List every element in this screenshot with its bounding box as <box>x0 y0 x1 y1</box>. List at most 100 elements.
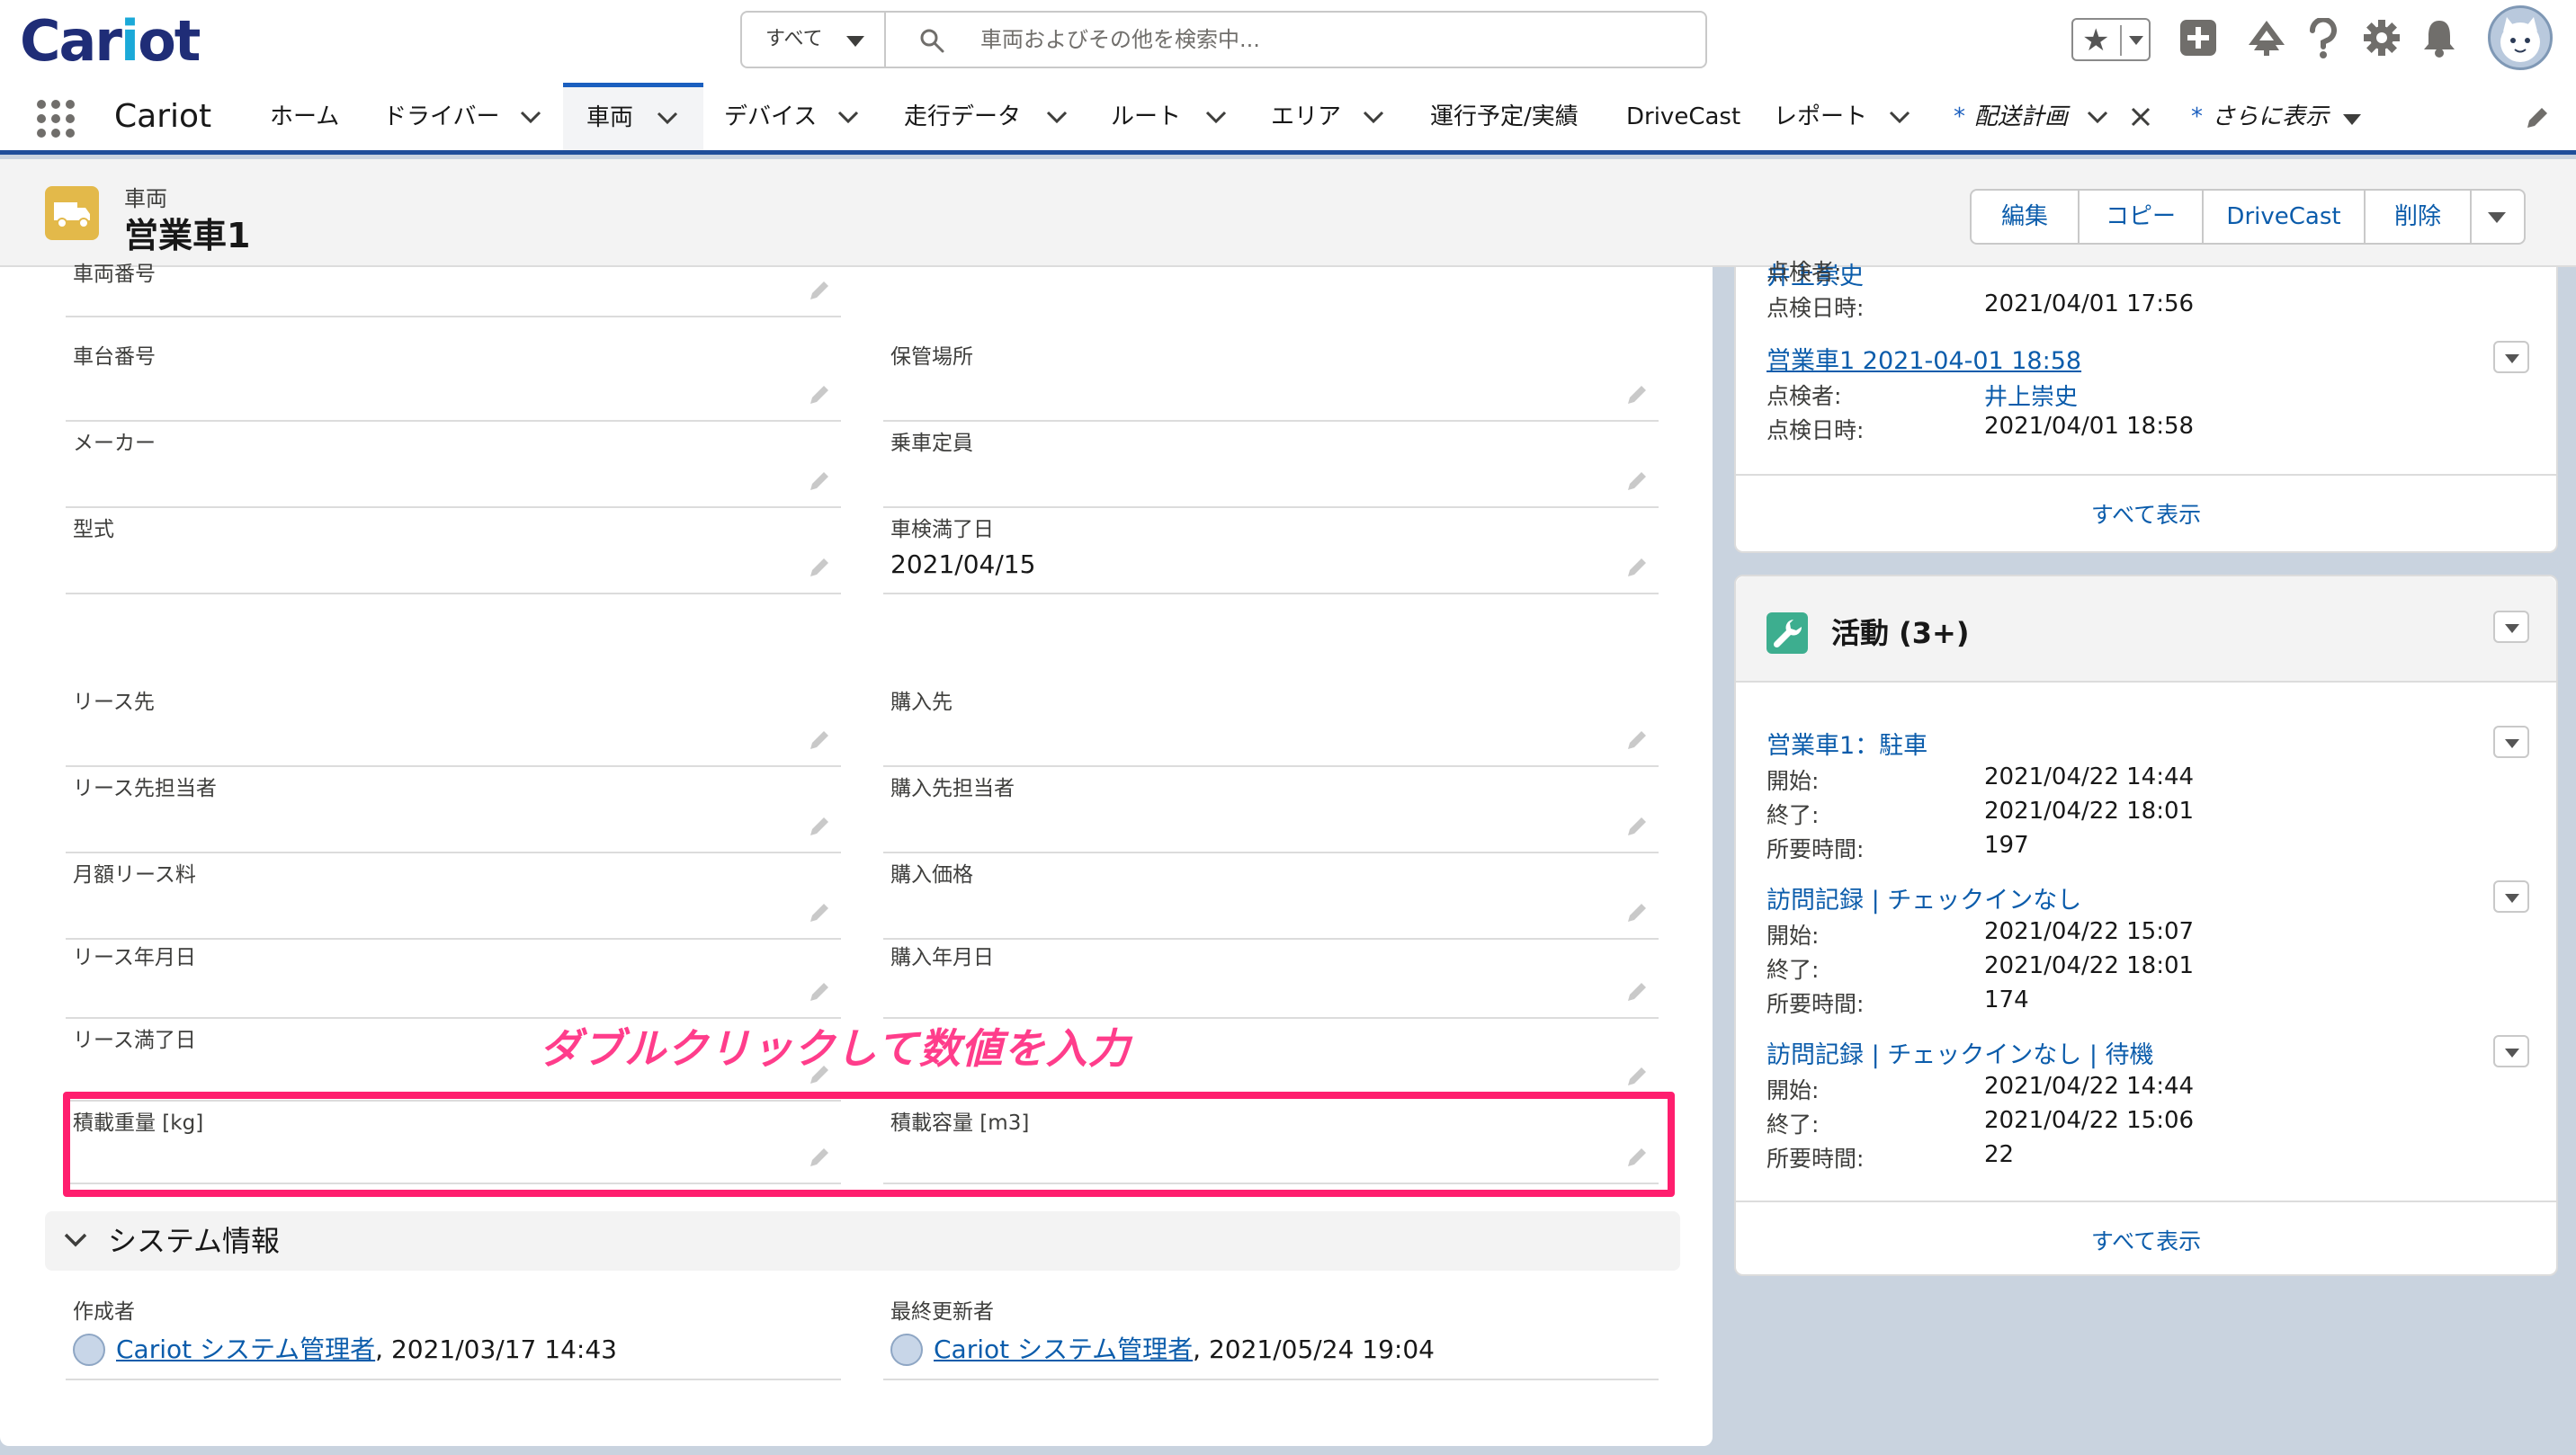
tab-home[interactable]: ホーム <box>270 83 351 150</box>
row-actions-dropdown[interactable] <box>2493 1035 2529 1067</box>
user-avatar[interactable] <box>2488 5 2553 70</box>
favorites-dropdown-icon[interactable] <box>2129 36 2143 45</box>
field-purchase-from: 購入先 <box>883 681 1659 767</box>
pencil-edit-icon[interactable] <box>1624 814 1650 839</box>
app-launcher-icon[interactable] <box>36 99 76 138</box>
tab-reports[interactable]: レポート <box>1774 83 1913 150</box>
notification-bell-icon[interactable] <box>2421 18 2457 58</box>
activity-link[interactable]: 営業車1：駐車 <box>1767 726 1928 761</box>
pencil-edit-icon[interactable] <box>807 469 832 494</box>
record-actions: 編集 コピー DriveCast 削除 <box>1970 189 2526 245</box>
chevron-down-icon[interactable] <box>1046 110 1068 124</box>
field-vehicle-number: 車両番号 <box>66 231 841 317</box>
global-header: Cariot すべて 車両およびその他を検索中... ★ <box>0 0 2576 83</box>
chevron-down-icon[interactable] <box>1889 110 1910 124</box>
pencil-edit-icon[interactable] <box>1624 900 1650 925</box>
pencil-edit-icon[interactable] <box>1624 979 1650 1004</box>
pencil-edit-icon[interactable] <box>1624 1064 1650 1089</box>
pencil-edit-icon[interactable] <box>1624 555 1650 580</box>
pencil-edit-icon[interactable] <box>1624 469 1650 494</box>
pencil-edit-icon[interactable] <box>1624 728 1650 753</box>
field-chassis-number: 車台番号 <box>66 335 841 422</box>
row-actions-dropdown[interactable] <box>2493 726 2529 758</box>
tab-driving-data[interactable]: 走行データ <box>904 83 1070 150</box>
close-icon[interactable] <box>2130 106 2151 128</box>
field-lease-contact: リース先担当者 <box>66 767 841 853</box>
add-icon[interactable] <box>2178 18 2218 58</box>
row-actions-dropdown[interactable] <box>2493 880 2529 913</box>
field-monthly-lease-fee: 月額リース料 <box>66 853 841 940</box>
tab-devices[interactable]: デバイス <box>724 83 859 150</box>
tab-more[interactable]: * さらに表示 <box>2191 83 2371 150</box>
wrench-icon <box>1767 612 1808 654</box>
field-purchase-date: 購入年月日 <box>883 936 1659 1019</box>
chevron-down-icon[interactable] <box>837 110 859 124</box>
section-system-info[interactable]: システム情報 <box>45 1211 1680 1271</box>
activity-link[interactable]: 訪問記録 | チェックインなし <box>1767 880 2081 915</box>
pencil-edit-icon[interactable] <box>807 278 832 303</box>
setup-gear-icon[interactable] <box>2362 18 2402 58</box>
tab-delivery-plan[interactable]: * 配送計画 <box>1954 83 2160 150</box>
annotation-callout: ダブルクリックして数値を入力 <box>540 1024 1131 1073</box>
field-lease-company: リース先 <box>66 681 841 767</box>
pencil-edit-icon[interactable] <box>1624 382 1650 407</box>
delete-button[interactable]: 削除 <box>2366 191 2472 243</box>
tab-routes[interactable]: ルート <box>1111 83 1232 150</box>
inspector-link[interactable]: 井上崇史 <box>1984 379 2078 412</box>
caret-down-icon <box>2488 212 2506 223</box>
pencil-edit-icon[interactable] <box>807 979 832 1004</box>
tab-drivecast[interactable]: DriveCast <box>1626 83 1740 150</box>
chevron-down-icon[interactable] <box>657 111 678 125</box>
favorites-button[interactable]: ★ <box>2071 18 2151 61</box>
activities-card-header: 活動 (3+) <box>1736 576 2556 683</box>
chevron-down-icon[interactable] <box>1205 110 1227 124</box>
field-inspection-expiry: 車検満了日 2021/04/15 <box>883 508 1659 594</box>
user-avatar-icon <box>890 1334 923 1366</box>
more-actions-dropdown[interactable] <box>2472 191 2524 243</box>
chevron-down-icon[interactable] <box>2087 110 2108 124</box>
chevron-down-icon[interactable] <box>63 1231 88 1249</box>
activity-link[interactable]: 訪問記録 | チェックインなし | 待機 <box>1767 1035 2154 1070</box>
field-purchase-price: 購入価格 <box>883 853 1659 940</box>
caret-down-icon <box>846 36 864 47</box>
view-all-inspections-link[interactable]: すべて表示 <box>1736 497 2556 530</box>
app-navigation: Cariot ホーム ドライバー 車両 デバイス 走行データ ルート エリア 運… <box>0 83 2576 155</box>
field-model: 型式 <box>66 508 841 594</box>
chevron-down-icon[interactable] <box>1363 110 1384 124</box>
pencil-edit-icon[interactable] <box>807 814 832 839</box>
drivecast-button[interactable]: DriveCast <box>2204 191 2366 243</box>
field-maker: メーカー <box>66 422 841 508</box>
tab-areas[interactable]: エリア <box>1271 83 1388 150</box>
pencil-edit-icon[interactable] <box>807 728 832 753</box>
cariot-logo[interactable]: Cariot <box>20 7 201 76</box>
app-name: Cariot <box>114 98 212 135</box>
pencil-edit-icon[interactable] <box>807 382 832 407</box>
modified-by-user-link[interactable]: Cariot システム管理者 <box>934 1334 1193 1364</box>
activities-title: 活動 (3+) <box>1831 616 1970 650</box>
tab-vehicles[interactable]: 車両 <box>563 83 703 150</box>
pencil-edit-icon[interactable] <box>807 555 832 580</box>
view-all-activities-link[interactable]: すべて表示 <box>1736 1224 2556 1256</box>
card-actions-dropdown[interactable] <box>2493 611 2529 643</box>
inspection-record-link[interactable]: 営業車1 2021-04-01 18:58 <box>1767 341 2081 376</box>
field-seating-capacity: 乗車定員 <box>883 422 1659 508</box>
field-lease-date: リース年月日 <box>66 936 841 1019</box>
edit-nav-pencil-icon[interactable] <box>2524 104 2551 131</box>
search-scope-dropdown[interactable]: すべて <box>742 13 886 67</box>
user-avatar-icon <box>73 1334 105 1366</box>
tab-operation-plan[interactable]: 運行予定/実績 <box>1430 83 1592 150</box>
tab-drivers[interactable]: ドライバー <box>383 83 545 150</box>
chevron-down-icon[interactable] <box>520 110 541 124</box>
copy-button[interactable]: コピー <box>2080 191 2204 243</box>
search-input[interactable]: 車両およびその他を検索中... <box>980 13 1260 67</box>
pencil-edit-icon[interactable] <box>807 900 832 925</box>
caret-down-icon[interactable] <box>2342 113 2362 126</box>
created-by-user-link[interactable]: Cariot システム管理者 <box>116 1334 375 1364</box>
row-actions-dropdown[interactable] <box>2493 341 2529 373</box>
star-icon: ★ <box>2082 22 2110 58</box>
edit-button[interactable]: 編集 <box>1972 191 2080 243</box>
field-created-by: 作成者 Cariot システム管理者, 2021/03/17 14:43 <box>66 1294 841 1380</box>
help-icon[interactable] <box>2307 18 2339 59</box>
activities-card: 活動 (3+) 営業車1：駐車 開始: 2021/04/22 14:44 終了:… <box>1734 575 2558 1276</box>
trailhead-icon[interactable] <box>2245 18 2288 58</box>
